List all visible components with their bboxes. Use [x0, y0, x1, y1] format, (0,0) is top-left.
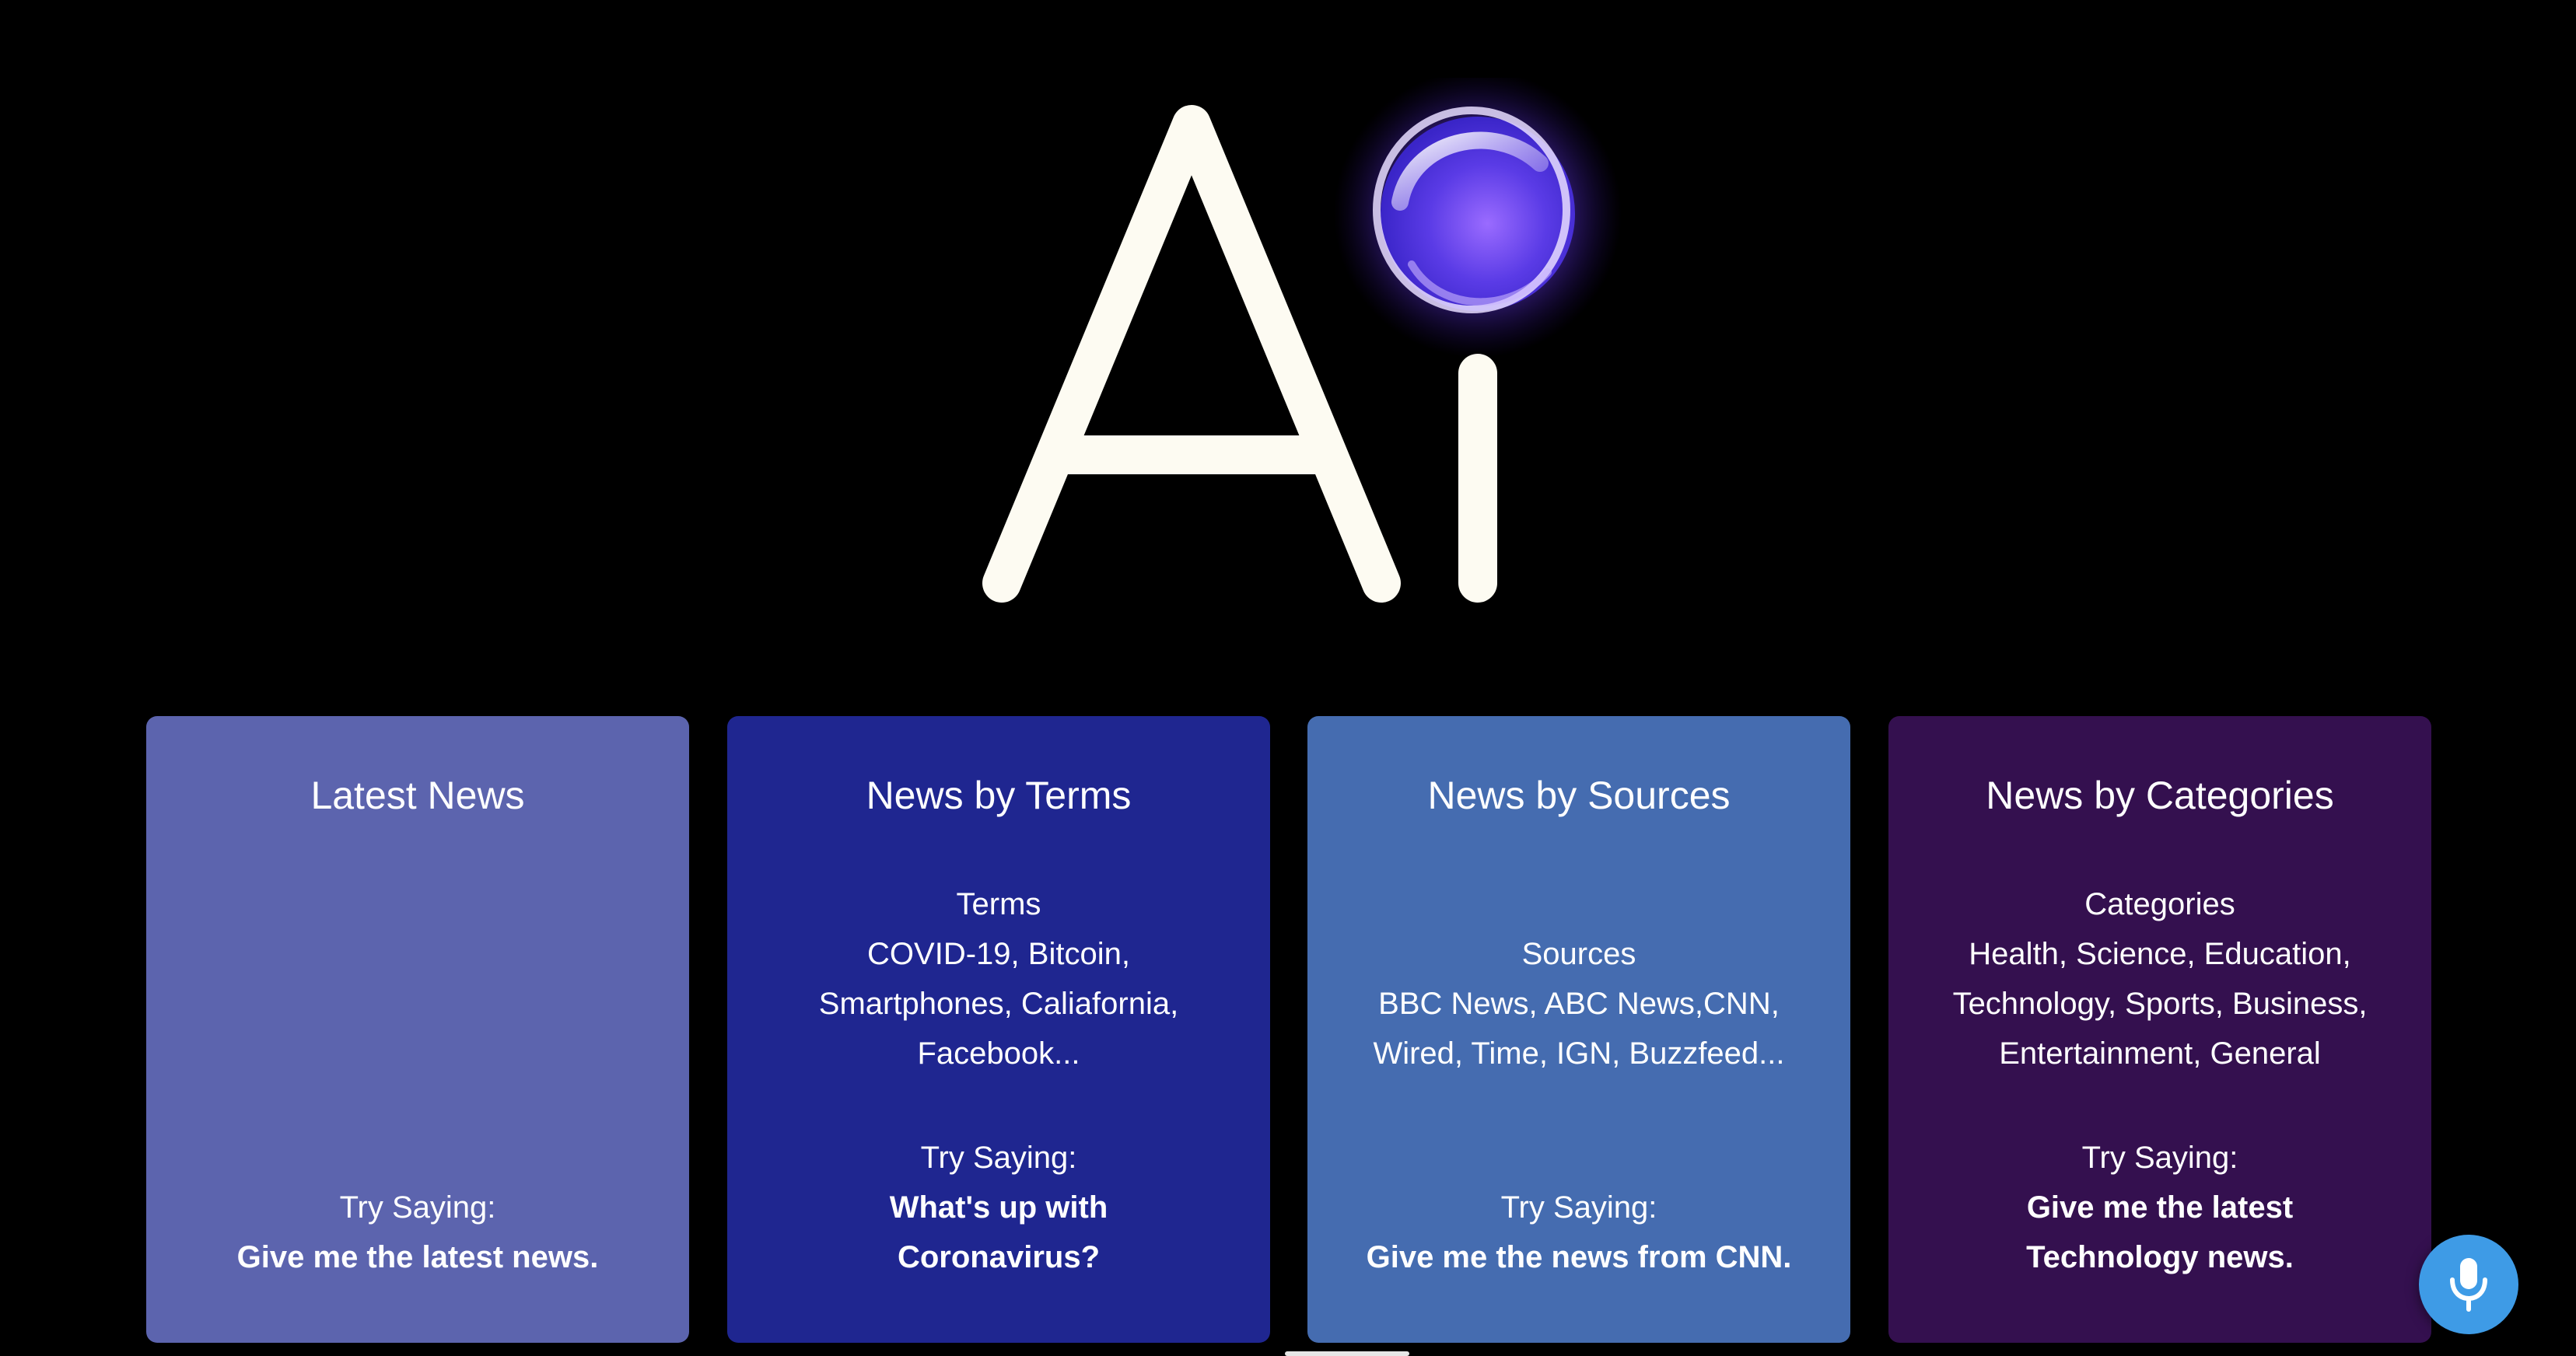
- body-line: Smartphones, Caliafornia,: [818, 987, 1179, 1021]
- try-saying-block: Try Saying: Give me the news from CNN.: [1323, 1183, 1835, 1282]
- feature-cards: Latest News Try Saying: Give me the late…: [146, 716, 2433, 1343]
- card-title: News by Terms: [866, 774, 1132, 817]
- body-line: COVID-19, Bitcoin,: [867, 937, 1130, 971]
- card-news-by-sources: News by Sources Sources BBC News, ABC Ne…: [1307, 716, 1850, 1343]
- card-title: Latest News: [310, 774, 525, 817]
- card-body: Categories Health, Science, Education, T…: [1904, 879, 2416, 1078]
- card-body: Sources BBC News, ABC News,CNN, Wired, T…: [1323, 929, 1835, 1078]
- card-news-by-categories: News by Categories Categories Health, Sc…: [1888, 716, 2431, 1343]
- try-saying-block: Try Saying: Give me the latest news.: [162, 1183, 674, 1282]
- example-phrase: Technology news.: [2026, 1240, 2294, 1274]
- body-line: Facebook...: [917, 1036, 1080, 1071]
- ai-logo: [964, 78, 1633, 622]
- body-line: Entertainment, General: [1999, 1036, 2321, 1071]
- body-heading: Categories: [2084, 887, 2235, 921]
- body-line: Wired, Time, IGN, Buzzfeed...: [1373, 1036, 1785, 1071]
- card-news-by-terms: News by Terms Terms COVID-19, Bitcoin, S…: [727, 716, 1270, 1343]
- body-heading: Sources: [1521, 937, 1636, 971]
- card-title: News by Categories: [1986, 774, 2334, 817]
- try-saying-block: Try Saying: What's up with Coronavirus?: [743, 1133, 1255, 1282]
- card-body: Terms COVID-19, Bitcoin, Smartphones, Ca…: [743, 879, 1255, 1078]
- example-phrase: Give me the news from CNN.: [1366, 1240, 1792, 1274]
- microphone-button[interactable]: [2419, 1235, 2518, 1334]
- example-phrase: What's up with: [889, 1190, 1108, 1225]
- try-saying-label: Try Saying:: [1500, 1190, 1657, 1225]
- try-saying-label: Try Saying:: [2081, 1141, 2238, 1175]
- body-line: Health, Science, Education,: [1969, 937, 2351, 971]
- example-phrase: Give me the latest news.: [236, 1240, 599, 1274]
- scroll-indicator: [1285, 1351, 1409, 1356]
- microphone-icon: [2450, 1258, 2487, 1312]
- body-line: Technology, Sports, Business,: [1952, 987, 2368, 1021]
- glowing-orb-icon: [1334, 78, 1622, 358]
- card-title: News by Sources: [1427, 774, 1731, 817]
- try-saying-label: Try Saying:: [920, 1141, 1077, 1175]
- example-phrase: Give me the latest: [2026, 1190, 2294, 1225]
- example-phrase: Coronavirus?: [897, 1240, 1101, 1274]
- body-heading: Terms: [956, 887, 1041, 921]
- body-line: BBC News, ABC News,CNN,: [1378, 987, 1780, 1021]
- try-saying-label: Try Saying:: [339, 1190, 496, 1225]
- page: Latest News Try Saying: Give me the late…: [0, 0, 2576, 1356]
- card-latest-news: Latest News Try Saying: Give me the late…: [146, 716, 689, 1343]
- try-saying-block: Try Saying: Give me the latest Technolog…: [1904, 1133, 2416, 1282]
- logo-letter-a: [982, 105, 1401, 603]
